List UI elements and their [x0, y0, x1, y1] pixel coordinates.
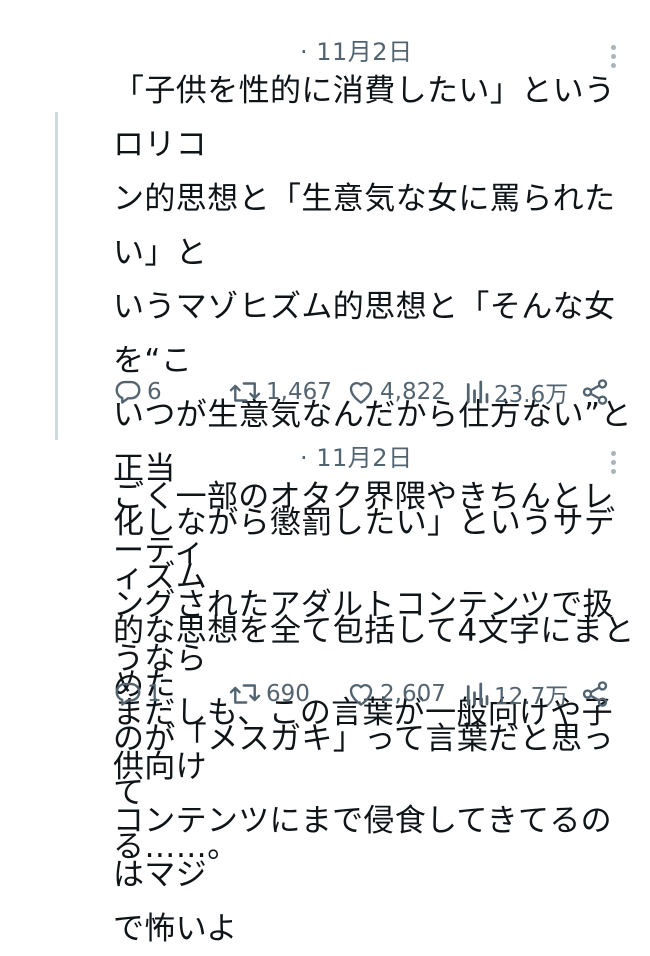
reply-count: 6	[147, 379, 162, 405]
retweet-count: 1,467	[266, 379, 332, 405]
retweet-count: 690	[266, 681, 310, 707]
retweet-button[interactable]: 690	[228, 674, 310, 714]
views-icon	[466, 380, 489, 404]
like-button[interactable]: 2,607	[346, 674, 446, 714]
share-button[interactable]	[580, 372, 610, 412]
like-icon	[349, 381, 373, 404]
more-icon	[611, 451, 616, 456]
tweet-text-line: ン的思想と「生意気な女に罵られたい」と	[113, 181, 616, 271]
tweet-action-bar: 6 1,467 4,822 23.6万	[0, 372, 650, 412]
like-count: 4,822	[380, 379, 446, 405]
tweet-timestamp[interactable]: · 11月2日	[300, 438, 413, 473]
like-button[interactable]: 4,822	[346, 372, 446, 412]
views-icon	[466, 682, 489, 706]
reply-icon	[115, 380, 141, 404]
tweet-text-line: ごく一部のオタク界隈やきちんとレーティ	[113, 479, 614, 569]
like-count: 2,607	[380, 681, 446, 707]
reply-icon	[115, 682, 141, 706]
tweet-text-line: で怖いよ	[113, 911, 238, 947]
share-icon	[582, 681, 608, 707]
reply-button[interactable]: 1	[113, 674, 162, 714]
like-icon	[349, 683, 373, 706]
more-icon	[611, 45, 616, 50]
tweet-text-line: 「子供を性的に消費したい」というロリコ	[113, 73, 616, 163]
views-count: 12.7万	[494, 684, 569, 710]
retweet-icon	[229, 684, 261, 704]
tweet-timestamp[interactable]: · 11月2日	[300, 32, 413, 67]
tweet-text-line: コンテンツにまで侵食してきてるのはマジ	[113, 803, 612, 893]
tweet-action-bar: 1 690 2,607 12.7万	[0, 674, 650, 714]
tweet-text-line: ングされたアダルトコンテンツで扱うなら	[113, 587, 614, 677]
share-button[interactable]	[580, 674, 610, 714]
views-count: 23.6万	[494, 382, 569, 408]
views-button[interactable]: 23.6万	[464, 372, 568, 412]
reply-count: 1	[147, 681, 162, 707]
retweet-icon	[229, 382, 261, 402]
share-icon	[582, 379, 608, 405]
reply-button[interactable]: 6	[113, 372, 162, 412]
retweet-button[interactable]: 1,467	[228, 372, 332, 412]
views-button[interactable]: 12.7万	[464, 674, 568, 714]
